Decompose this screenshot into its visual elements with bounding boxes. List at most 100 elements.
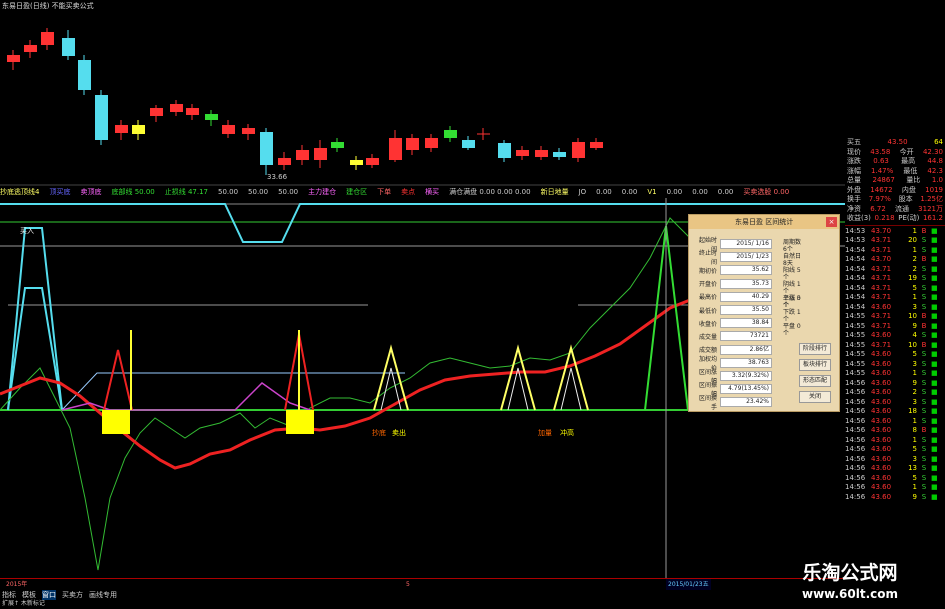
indicator-label: 顶买底 (49, 188, 71, 196)
tick-cell: 14:56 (845, 378, 866, 387)
tick-marker-icon: ■ (931, 274, 938, 282)
tick-cell: 14:53 (845, 236, 866, 244)
stat-summary-item: 下跌 1个 (783, 309, 801, 323)
candle-body (242, 128, 255, 134)
tick-marker-icon: ■ (931, 331, 938, 339)
indicator-label: 横买 (425, 188, 440, 196)
tick-cell: 14:56 (845, 445, 866, 453)
dialog-titlebar[interactable]: 东易日盈 区间统计 × (689, 215, 839, 229)
candle-body (389, 138, 402, 160)
tick-cell: B (921, 340, 927, 349)
stat-value-field: 73721 (720, 331, 772, 342)
tick-cell: 2 (912, 264, 917, 273)
candle-body (132, 125, 145, 134)
tick-marker-icon: ■ (931, 407, 938, 415)
tick-row: 14:55 43.60 1 S ■ (845, 369, 945, 379)
tick-cell: 43.71 (871, 321, 892, 330)
quote-value: PE(动) (898, 214, 920, 222)
tick-cell: S (921, 473, 927, 482)
tick-cell: 43.60 (871, 473, 892, 482)
stat-row: 开盘价 35.73 (695, 278, 772, 289)
quote-value: 量比 (906, 176, 921, 184)
dialog-button[interactable]: 板块排行 (799, 359, 831, 371)
tick-cell: B (921, 312, 927, 320)
candle-body (444, 130, 457, 138)
quote-value: 1.47% (871, 166, 894, 175)
indicator-label: 底部线 50.00 (111, 188, 155, 196)
dialog-button[interactable]: 阶段排行 (799, 343, 831, 355)
tick-cell: 43.60 (871, 378, 892, 387)
tick-marker-icon: ■ (931, 464, 938, 472)
tick-cell: 43.60 (871, 397, 892, 406)
tick-row: 14:56 43.60 1 S ■ (845, 483, 945, 493)
candlestick-chart[interactable] (0, 0, 845, 186)
stat-row: 终止时间 2015/ 1/23 (695, 250, 772, 266)
tick-marker-icon: ■ (931, 359, 938, 368)
indicator-label: 0.00 (596, 188, 612, 196)
tick-row: 14:56 43.60 9 S ■ (845, 493, 945, 503)
tick-cell: S (921, 264, 927, 273)
tick-cell: 14:55 (845, 312, 866, 320)
tick-row: 14:54 43.70 2 B ■ (845, 255, 945, 265)
tick-row: 14:53 43.71 20 S ■ (845, 236, 945, 246)
stat-value-field[interactable]: 2015/ 1/16 (720, 239, 772, 249)
dialog-button[interactable]: 形态匹配 (799, 375, 831, 387)
tick-cell: B (921, 226, 927, 235)
stat-value-field: 38.84 (720, 318, 772, 329)
quote-row: 涨跌 0.63 最高 44.8 (845, 157, 945, 167)
indicator-label: 卖点 (401, 188, 416, 196)
indicator-label: 卖顶底 (80, 188, 102, 196)
tick-marker-icon: ■ (931, 445, 938, 453)
stat-label: 最高价 (698, 294, 717, 302)
tick-row: 14:56 43.60 1 S ■ (845, 417, 945, 427)
tick-cell: S (921, 359, 927, 368)
tick-cell: 3 (912, 302, 917, 311)
tick-cell: S (921, 464, 927, 472)
candle-body (590, 142, 603, 148)
quote-value: 24867 (872, 176, 895, 184)
tick-cell: 1 (912, 416, 917, 425)
tick-cell: S (921, 350, 927, 358)
quote-value: 现价 (847, 147, 861, 156)
tick-cell: 3 (912, 359, 917, 368)
tick-cell: 43.71 (871, 236, 892, 244)
tick-marker-icon: ■ (931, 492, 938, 501)
tick-cell: 14:54 (845, 302, 866, 311)
stat-value-field[interactable]: 2015/ 1/23 (720, 252, 772, 263)
dialog-button[interactable]: 关闭 (799, 391, 831, 403)
tick-marker-icon: ■ (931, 435, 938, 444)
tick-cell: 43.60 (871, 407, 892, 415)
quote-value: 0.63 (873, 157, 889, 165)
candle-body (260, 132, 273, 165)
tick-row: 14:54 43.71 5 S ■ (845, 284, 945, 294)
close-icon[interactable]: × (826, 217, 837, 227)
quote-row: 收益(3) 0.218 PE(动) 161.2 (845, 214, 945, 224)
tick-cell: 14:55 (845, 369, 866, 377)
tick-cell: 14:56 (845, 435, 866, 444)
tick-cell: S (921, 274, 927, 282)
quote-value: 6.72 (870, 204, 886, 213)
tick-cell: 43.60 (871, 331, 892, 339)
indicator-label: 新日地量 (540, 188, 569, 196)
candle-body (425, 138, 438, 148)
indicator-strip: 抄底逃顶线4 顶买底 卖顶底 底部线 50.00 止损线 47.17 50.00 50.00… (0, 186, 845, 198)
quote-value: 43.50 (887, 138, 908, 146)
tick-cell: 43.71 (871, 283, 892, 292)
stat-label: 区间换手 (698, 395, 717, 412)
watermark: 乐淘公式网 www.60lt.com (760, 558, 940, 601)
tick-row: 14:55 43.60 3 S ■ (845, 360, 945, 370)
quote-value: 7.97% (868, 195, 891, 203)
tick-cell: 43.70 (871, 255, 892, 263)
green-line (0, 217, 691, 571)
watermark-cn: 乐淘公式网 (802, 562, 898, 584)
tick-cell: 43.71 (871, 312, 892, 320)
quote-value: 42.30 (922, 147, 943, 156)
tick-cell: 43.71 (871, 245, 892, 254)
quote-value: 1019 (925, 185, 943, 194)
tick-marker-icon: ■ (931, 473, 938, 482)
stat-summary-item: 阳线 5个 (783, 267, 801, 281)
tick-marker-icon: ■ (931, 416, 938, 425)
interval-stats-dialog[interactable]: 东易日盈 区间统计 × 起始时间 2015/ 1/16 终止时间 2015/ 1/23 期… (688, 214, 840, 412)
purple-line (61, 382, 311, 411)
tick-cell: S (921, 302, 927, 311)
